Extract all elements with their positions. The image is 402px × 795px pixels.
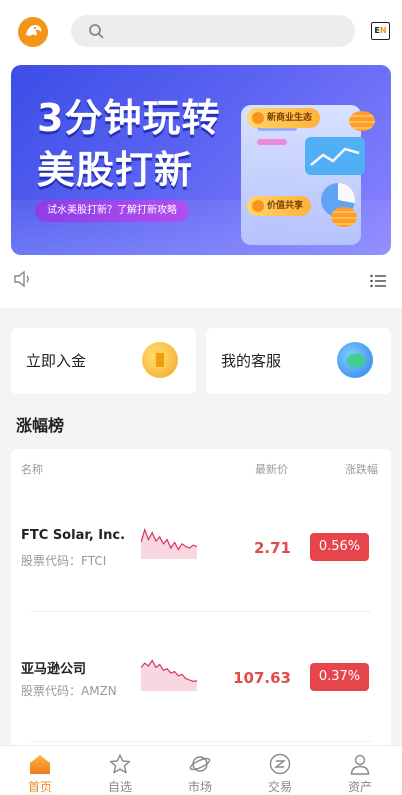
planet-icon (189, 756, 211, 772)
banner-section: 3分钟玩转 美股打新 试水美股打新？了解打新攻略 新商业生态 价值共享 (0, 62, 402, 308)
bottom-tab-bar: 首页 自选 市场 交易 资产 (0, 745, 402, 795)
stock-price: 2.71 (253, 539, 291, 557)
stock-name: 亚马逊公司 (21, 662, 87, 677)
tab-label: 交易 (267, 780, 292, 794)
deposit-label: 立即入金 (26, 352, 87, 370)
trade-icon (269, 753, 291, 775)
top-header: EN (0, 0, 402, 62)
banner-title-line2: 美股打新 (37, 148, 194, 192)
gainers-list: 名称 最新价 涨跌幅 FTC Solar, Inc. 股票代码：FTCI 2.7… (11, 449, 391, 759)
sparkline-chart (141, 659, 197, 691)
banner-tag-share: 价值共享 (247, 196, 312, 216)
section-title-gainers: 涨幅榜 (16, 416, 65, 435)
search-input[interactable] (113, 21, 343, 41)
lion-logo-icon[interactable] (18, 17, 48, 47)
tab-label: 首页 (27, 780, 52, 794)
tab-label: 资产 (347, 780, 372, 794)
table-row[interactable]: FTC Solar, Inc. 股票代码：FTCI 2.71 0.56% (11, 487, 391, 607)
coins-icon (349, 111, 375, 131)
tab-assets[interactable]: 资产 (320, 746, 400, 795)
row-divider (31, 741, 371, 742)
language-switch-button[interactable]: EN (371, 22, 390, 40)
header-price: 最新价 (255, 463, 288, 476)
home-icon (30, 755, 50, 774)
stock-code: 股票代码：AMZN (21, 684, 117, 698)
stock-price: 107.63 (233, 669, 291, 687)
tab-label: 市场 (187, 780, 212, 794)
tab-label: 自选 (107, 780, 132, 794)
table-row[interactable]: 亚马逊公司 股票代码：AMZN 107.63 0.37% (11, 617, 391, 737)
lang-label-n: N (379, 26, 387, 35)
tab-watchlist[interactable]: 自选 (80, 746, 160, 795)
change-badge[interactable]: 0.37% (310, 663, 369, 691)
deposit-card[interactable]: 立即入金 (11, 328, 196, 394)
customer-service-card[interactable]: 我的客服 (206, 328, 391, 394)
row-divider (31, 611, 371, 612)
user-icon (350, 754, 370, 775)
stock-code: 股票代码：FTCI (21, 554, 107, 568)
search-icon (89, 24, 104, 39)
sparkline-chart (141, 527, 197, 559)
star-icon (109, 754, 131, 774)
header-change: 涨跌幅 (345, 463, 378, 476)
tab-market[interactable]: 市场 (160, 746, 240, 795)
coins-icon-2 (331, 207, 357, 227)
speaker-icon[interactable] (12, 268, 34, 290)
chart-illustration-icon (305, 137, 365, 175)
stock-name: FTC Solar, Inc. (21, 528, 126, 543)
search-bar[interactable] (71, 15, 355, 47)
banner-tag-ecology: 新商业生态 (247, 108, 321, 128)
change-badge[interactable]: 0.56% (310, 533, 369, 561)
customer-service-label: 我的客服 (221, 352, 282, 370)
gold-coin-icon (142, 342, 178, 378)
chat-bubble-icon (337, 342, 373, 378)
banner-subtitle-pill[interactable]: 试水美股打新？了解打新攻略 (35, 200, 189, 222)
header-name: 名称 (21, 463, 43, 476)
promo-banner[interactable]: 3分钟玩转 美股打新 试水美股打新？了解打新攻略 新商业生态 价值共享 (11, 65, 391, 255)
tab-trade[interactable]: 交易 (240, 746, 320, 795)
list-menu-icon[interactable] (370, 274, 386, 288)
banner-title-line1: 3分钟玩转 (37, 96, 221, 140)
tab-home[interactable]: 首页 (0, 746, 80, 795)
